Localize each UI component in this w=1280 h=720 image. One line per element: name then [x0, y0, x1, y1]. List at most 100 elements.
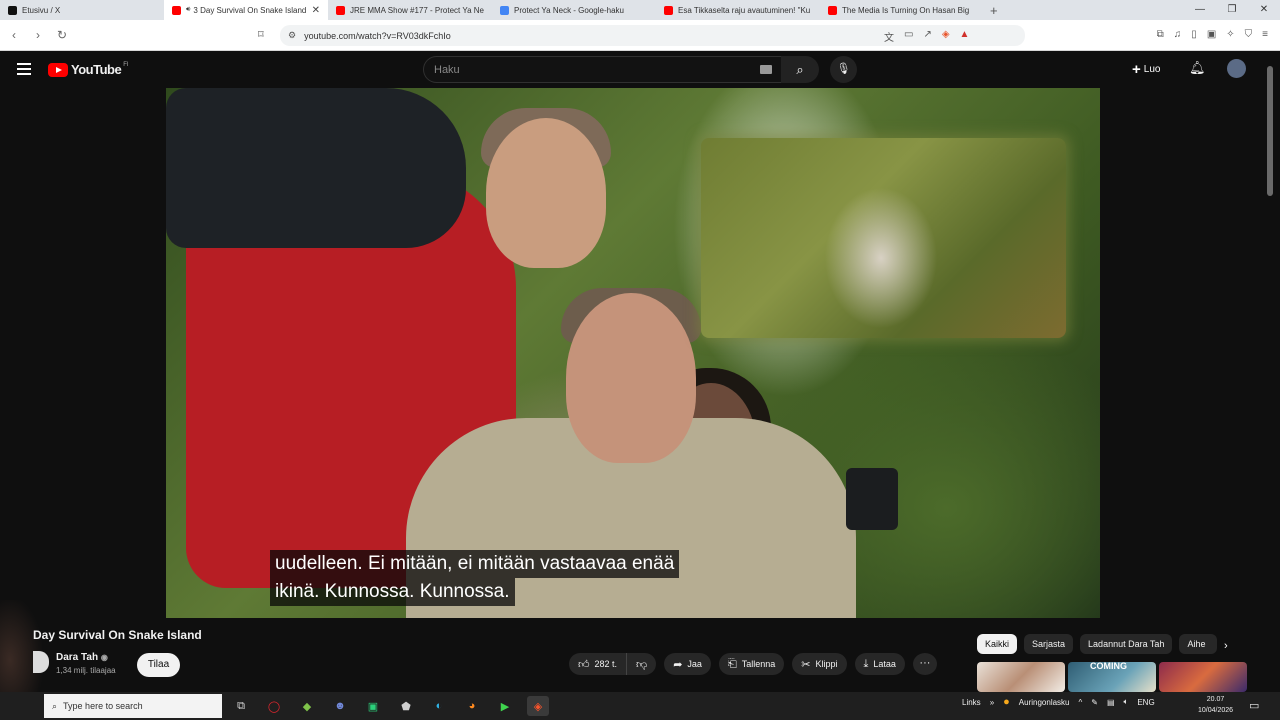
edge-icon[interactable]: ◐: [428, 696, 450, 716]
media-icon[interactable]: ♫: [1174, 29, 1182, 40]
new-tab-button[interactable]: +: [990, 3, 998, 18]
close-tab-icon[interactable]: ✕: [312, 5, 320, 16]
browser-tab[interactable]: 🔊︎ 3 Day Survival On Snake Island ✕: [164, 0, 328, 20]
chip-channel[interactable]: Ladannut Dara Tah: [1080, 634, 1173, 654]
guide-menu-icon[interactable]: [17, 63, 31, 78]
share-button[interactable]: ➦ Jaa: [664, 653, 711, 675]
voice-search-button[interactable]: 🎙: [830, 56, 857, 83]
search-button[interactable]: ⌕: [781, 56, 819, 83]
recommended-video-thumbnail[interactable]: [977, 662, 1065, 692]
reload-icon[interactable]: ↻: [52, 28, 72, 42]
save-label: Tallenna: [741, 659, 776, 669]
browser-tab[interactable]: Protect Ya Neck - Google-haku: [492, 0, 656, 20]
app-icon[interactable]: ▣: [362, 696, 384, 716]
taskbar-search-input[interactable]: ⌕ Type here to search: [44, 694, 222, 718]
video-inset-overlay: [701, 138, 1066, 338]
discord-icon[interactable]: ☻: [329, 696, 351, 716]
notifications-icon[interactable]: 🔔︎: [1189, 60, 1206, 76]
cast-icon[interactable]: ▭: [904, 29, 913, 44]
chip-topic[interactable]: Aihe: [1179, 634, 1218, 654]
plus-icon: +: [1132, 61, 1141, 78]
pen-icon[interactable]: ✎: [1091, 698, 1098, 707]
chip-series[interactable]: Sarjasta: [1024, 634, 1074, 654]
volume-icon[interactable]: 🔈︎: [1124, 697, 1129, 707]
wallet-icon[interactable]: ▣: [1207, 29, 1216, 40]
video-figure: [486, 118, 606, 268]
vpn-icon[interactable]: ⛉: [1245, 29, 1253, 40]
search-input[interactable]: Haku: [423, 56, 783, 83]
maximize-icon[interactable]: ❐: [1216, 0, 1248, 20]
leo-icon[interactable]: ✧: [1226, 29, 1234, 40]
tab-label: The Media Is Turning On Hasan Big: [842, 5, 970, 15]
extension-icon[interactable]: ⧉: [1157, 29, 1164, 40]
like-button[interactable]: 👍︎ 282 t.: [569, 653, 628, 675]
scissors-icon: ✂: [801, 658, 811, 671]
app-icon[interactable]: ⬟: [395, 696, 417, 716]
back-icon[interactable]: ‹: [4, 28, 24, 42]
video-figure: [166, 88, 466, 248]
browser-tab[interactable]: JRE MMA Show #177 - Protect Ya Ne: [328, 0, 492, 20]
chevron-right-icon[interactable]: ›: [1224, 640, 1228, 652]
weather-label[interactable]: Auringonlasku: [1019, 698, 1070, 707]
translate-icon[interactable]: 文: [884, 29, 894, 44]
notification-icon[interactable]: ▭: [1249, 699, 1259, 712]
menu-icon[interactable]: ≡: [1262, 29, 1268, 40]
more-actions-button[interactable]: ···: [912, 653, 937, 675]
channel-avatar[interactable]: [33, 651, 49, 673]
page-scrollbar[interactable]: [1267, 66, 1273, 196]
task-view-icon[interactable]: ⧉: [230, 696, 252, 716]
clock[interactable]: 20.07 10/04/2026: [1198, 694, 1233, 716]
clip-button[interactable]: ✂ Klippi: [792, 653, 847, 675]
microphone-icon: 🎙: [836, 63, 851, 75]
app-icon[interactable]: ◆: [296, 696, 318, 716]
browser-extensions: ⧉ ♫ ▯ ▣ ✧ ⛉ ≡: [1157, 29, 1268, 40]
bookmark-icon[interactable]: ⌑: [258, 28, 264, 41]
subscriber-count: 1,34 milj. tilaajaa: [56, 666, 116, 675]
share-page-icon[interactable]: ↗: [923, 29, 931, 44]
brave-rewards-icon[interactable]: ▲: [960, 29, 970, 44]
share-label: Jaa: [687, 659, 702, 669]
minimize-icon[interactable]: —: [1184, 0, 1216, 20]
save-button[interactable]: ⎗ Tallenna: [718, 653, 785, 675]
create-button[interactable]: + Luo: [1132, 61, 1160, 78]
forward-icon[interactable]: ›: [28, 28, 48, 42]
browser-tab[interactable]: Etusivu / X: [0, 0, 164, 20]
chevron-up-icon[interactable]: ^: [1079, 698, 1083, 707]
clip-label: Klippi: [815, 659, 838, 669]
tab-label: Esa Tikkaselta raju avautuminen! "Ku: [678, 5, 811, 15]
thumbs-down-icon: 👎︎: [636, 658, 648, 671]
recommended-video-thumbnail[interactable]: COMING: [1068, 662, 1156, 692]
site-info-icon[interactable]: ⚙: [288, 30, 296, 41]
youtube-icon: [336, 5, 345, 15]
weather-icon[interactable]: ●: [1003, 696, 1010, 708]
chip-all[interactable]: Kaikki: [977, 634, 1018, 654]
browser-toolbar: ‹ › ↻ ⌑ ⚙ youtube.com/watch?v=RV03dkFchI…: [0, 20, 1280, 51]
system-tray: Links » ● Auringonlasku ^ ✎ ▤ 🔈︎ ENG: [962, 696, 1155, 708]
video-player[interactable]: uudelleen. Ei mitään, ei mitään vastaava…: [166, 88, 1100, 618]
audio-playing-icon[interactable]: 🔊︎: [186, 6, 190, 14]
app-icon[interactable]: ▶: [494, 696, 516, 716]
brave-icon[interactable]: ◈: [527, 696, 549, 716]
account-avatar[interactable]: [1227, 59, 1246, 78]
youtube-wordmark: YouTube: [71, 62, 122, 77]
browser-tab[interactable]: Esa Tikkaselta raju avautuminen! "Ku: [656, 0, 820, 20]
opera-icon[interactable]: ◯: [263, 696, 285, 716]
recommended-video-thumbnail[interactable]: [1159, 662, 1247, 692]
subtitle-line: uudelleen. Ei mitään, ei mitään vastaava…: [270, 550, 680, 578]
close-window-icon[interactable]: ✕: [1248, 0, 1280, 20]
youtube-logo[interactable]: YouTube FI: [48, 62, 129, 77]
keyboard-icon[interactable]: [760, 65, 772, 74]
download-button[interactable]: ⤓ Lataa: [854, 653, 905, 675]
dislike-button[interactable]: 👎︎: [627, 653, 657, 675]
browser-tab[interactable]: The Media Is Turning On Hasan Big: [820, 0, 984, 20]
language-indicator[interactable]: ENG: [1137, 698, 1154, 707]
firefox-icon[interactable]: ◕: [461, 696, 483, 716]
channel-name[interactable]: Dara Tah ◉: [56, 652, 108, 663]
recommendation-chips: Kaikki Sarjasta Ladannut Dara Tah Aihe: [977, 634, 1218, 654]
network-icon[interactable]: ▤: [1107, 698, 1115, 707]
subscribe-button[interactable]: Tilaa: [137, 653, 180, 677]
links-toolbar[interactable]: Links: [962, 698, 981, 707]
tab-label: JRE MMA Show #177 - Protect Ya Ne: [350, 5, 484, 15]
sidebar-icon[interactable]: ▯: [1191, 29, 1197, 40]
brave-shield-icon[interactable]: ◈: [942, 29, 950, 44]
